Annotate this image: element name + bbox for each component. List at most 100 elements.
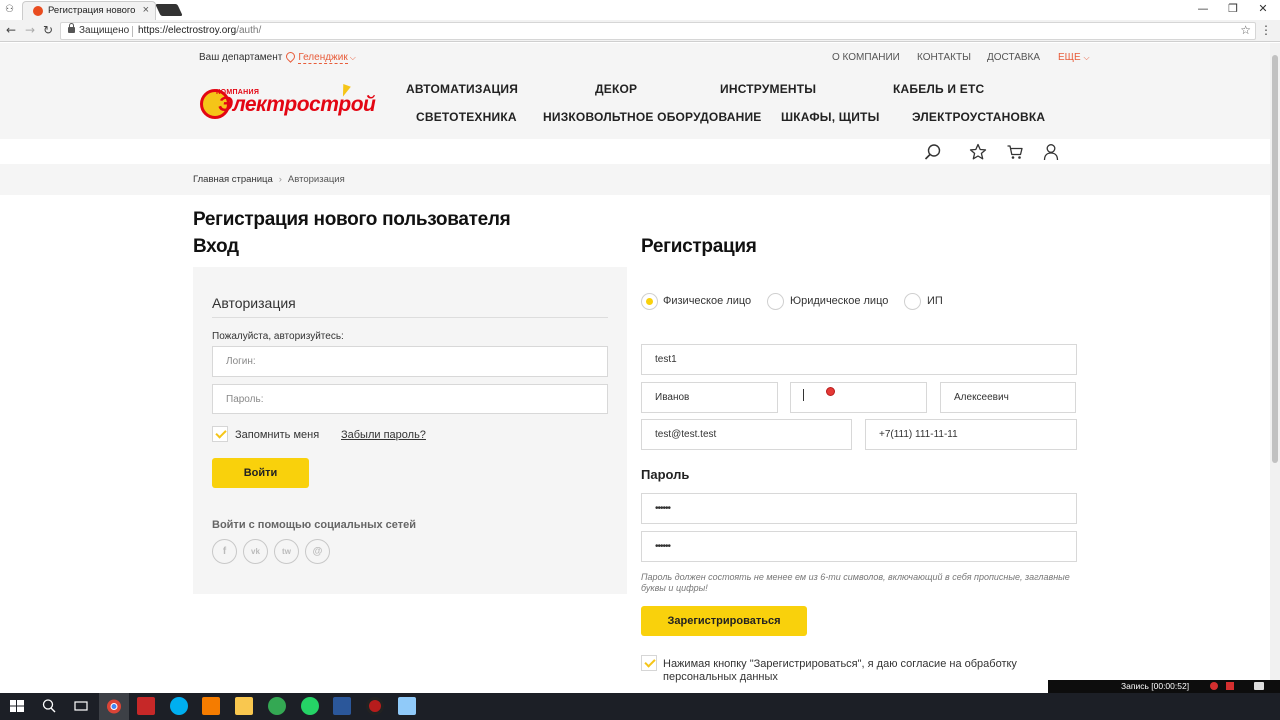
bookmark-star-icon[interactable]: ☆ [1240,23,1251,37]
forgot-password-link[interactable]: Забыли пароль? [341,429,426,441]
top-link-contacts[interactable]: Контакты [917,52,971,63]
category-tools[interactable]: Инструменты [720,82,816,96]
url-text[interactable]: https://electrostroy.org/auth/ [138,25,261,36]
category-automation[interactable]: Автоматизация [406,82,518,96]
search-icon[interactable] [924,143,942,161]
page-scrollbar[interactable] [1270,43,1280,693]
category-installation[interactable]: Электроустановка [912,110,1045,124]
tab-close-icon[interactable]: × [143,4,149,16]
record-icon[interactable] [1210,682,1218,690]
tab-title: Регистрация нового по... [48,5,136,16]
breadcrumb-bar: Главная страница › Авторизация [0,164,1270,195]
forward-icon[interactable]: → [25,23,35,37]
cart-icon[interactable] [1006,143,1024,161]
password-heading: Пароль [641,467,690,482]
scrollbar-thumb[interactable] [1272,55,1278,463]
reg-lastname-input[interactable] [641,382,778,413]
category-cabinets[interactable]: Шкафы, щиты [781,110,880,124]
radio-legal-entity-label[interactable]: Юридическое лицо [790,295,888,307]
camera-icon[interactable] [1254,682,1264,690]
login-input[interactable] [212,346,608,377]
reg-password-confirm-input[interactable] [641,531,1077,562]
radio-individual-label[interactable]: Физическое лицо [663,295,751,307]
category-decor[interactable]: Декор [595,82,637,96]
consent-checkbox[interactable] [641,655,657,671]
recorder-icon[interactable] [366,697,384,715]
category-lighting[interactable]: Светотехника [416,110,517,124]
top-link-about[interactable]: О компании [832,52,900,63]
skype-icon[interactable] [170,697,188,715]
mouse-cursor-indicator [826,387,835,396]
radio-entrepreneur[interactable] [904,293,921,310]
password-input[interactable] [212,384,608,414]
window-menu-icon[interactable]: ⚇ [5,4,17,16]
browser-menu-icon[interactable]: ⋮ [1260,23,1272,37]
facebook-icon[interactable]: f [212,539,237,564]
remember-me-label[interactable]: Запомнить меня [235,429,319,441]
stop-icon[interactable] [1226,682,1234,690]
recording-toolbar: Запись [00:00:52] [1048,680,1280,693]
department-city[interactable]: Геленджик [298,52,348,64]
filezilla-icon[interactable] [137,697,155,715]
windows-taskbar [0,693,1280,720]
radio-individual[interactable] [641,293,658,310]
maximize-icon[interactable]: ❐ [1218,2,1248,15]
register-button[interactable]: Зарегистрироваться [641,606,807,636]
url-host: https://electrostroy.org [138,25,237,36]
top-link-more[interactable]: Еще ⌵ [1058,52,1090,63]
back-icon[interactable]: ← [6,23,16,37]
breadcrumb-arrow-icon: › [278,174,282,185]
category-lowvoltage[interactable]: Низковольтное оборудование [543,110,761,124]
radio-legal-entity[interactable] [767,293,784,310]
mail-icon[interactable]: @ [305,539,330,564]
login-panel-divider [212,317,608,318]
browser-toolbar: ← → ↻ Защищено https://electrostroy.org/… [0,20,1280,42]
reg-password-input[interactable] [641,493,1077,524]
reg-phone-input[interactable] [865,419,1077,450]
chrome-active-taskbar-icon[interactable] [99,693,129,720]
favorites-star-icon[interactable] [969,143,987,161]
reg-middlename-input[interactable] [940,382,1076,413]
task-view-icon[interactable] [72,697,90,715]
search-taskbar-icon[interactable] [40,697,58,715]
whatsapp-icon[interactable] [301,697,319,715]
department-selector[interactable]: Ваш департамент Геленджик ⌵ [199,50,356,64]
reg-firstname-input[interactable] [790,382,927,413]
breadcrumb-current: Авторизация [287,174,345,185]
reg-email-input[interactable] [641,419,852,450]
sublime-icon[interactable] [202,697,220,715]
department-label: Ваш департамент [199,52,283,63]
new-tab-button[interactable] [155,4,183,16]
remember-me-checkbox[interactable] [212,426,228,442]
reg-login-input[interactable] [641,344,1077,375]
file-explorer-icon[interactable] [235,697,253,715]
registration-heading: Регистрация [641,236,757,257]
category-cable[interactable]: Кабель и ЕТС [893,82,984,96]
site-logo[interactable]: КОМПАНИЯ Электрострой [200,83,376,119]
user-account-icon[interactable] [1042,143,1060,161]
social-login-title: Войти с помощью социальных сетей [212,519,417,531]
browser-tab[interactable]: Регистрация нового по... × [22,1,156,20]
chevron-down-icon: ⌵ [1083,53,1090,62]
consent-text[interactable]: Нажимая кнопку "Зарегистрироваться", я д… [663,658,1083,684]
vk-icon[interactable]: vk [243,539,268,564]
lock-icon [68,23,75,33]
chrome-icon[interactable] [268,697,286,715]
minimize-icon[interactable]: — [1188,2,1218,15]
twitter-icon[interactable]: tw [274,539,299,564]
close-window-icon[interactable]: ✕ [1248,2,1278,15]
reload-icon[interactable]: ↻ [43,23,53,37]
windows-start-icon[interactable] [8,697,26,715]
notepad-icon[interactable] [398,697,416,715]
secure-label: Защищено [79,25,130,36]
breadcrumb: Главная страница › Авторизация [193,174,345,185]
more-label: Еще [1058,52,1081,63]
breadcrumb-home[interactable]: Главная страница [193,174,273,185]
radio-entrepreneur-label[interactable]: ИП [927,295,943,307]
word-icon[interactable] [333,697,351,715]
login-heading: Вход [193,236,239,257]
login-button[interactable]: Войти [212,458,309,488]
top-link-delivery[interactable]: Доставка [987,52,1040,63]
address-bar[interactable]: Защищено https://electrostroy.org/auth/ … [60,22,1256,40]
url-path: /auth/ [236,25,262,36]
